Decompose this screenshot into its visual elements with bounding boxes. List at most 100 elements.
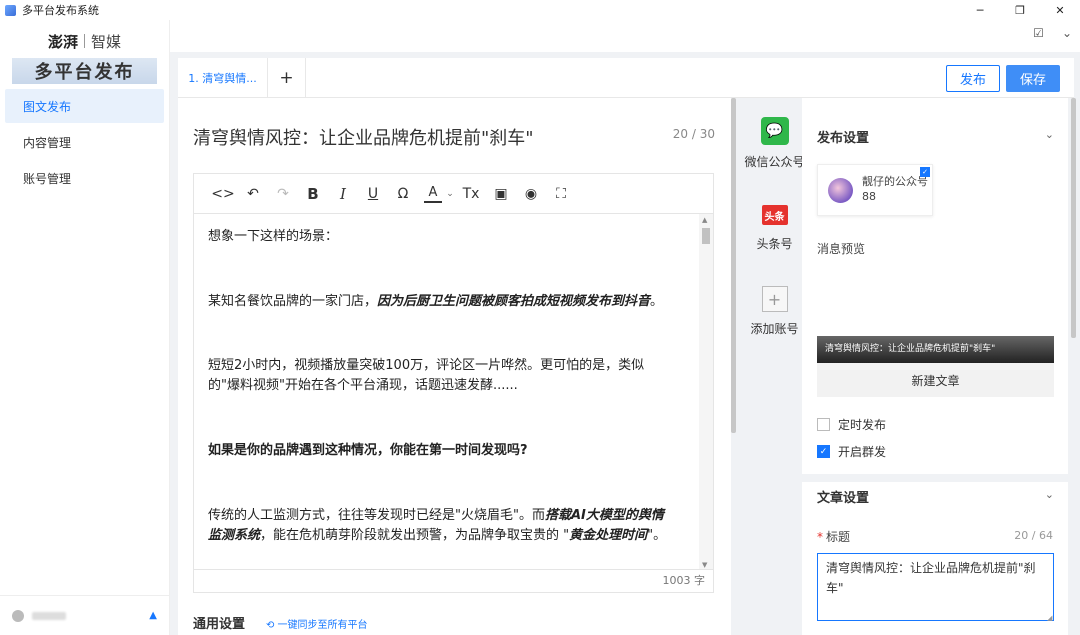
preview-cover: 清穹舆情风控：让企业品牌危机提前"刹车" bbox=[817, 336, 1054, 363]
platform-list: 💬 微信公众号 头条 头条号 + 添加账号 bbox=[737, 98, 805, 635]
special-char-icon[interactable]: Ω bbox=[388, 179, 418, 209]
title-char-count: 20 / 30 bbox=[672, 127, 715, 141]
platform-label: 添加账号 bbox=[750, 322, 799, 336]
brand-logo: 澎湃 智媒 bbox=[0, 20, 169, 58]
wechat-icon: 💬 bbox=[760, 117, 789, 145]
close-button[interactable]: ✕ bbox=[1040, 0, 1080, 20]
scroll-down-icon[interactable]: ▼ bbox=[702, 561, 707, 569]
text-span: 。 bbox=[650, 294, 664, 309]
article-title-field[interactable]: 清穹舆情风控：让企业品牌危机提前"刹车" bbox=[817, 553, 1054, 621]
paragraph: 传统的人工监测方式，往往等发现时已经是"火烧眉毛"。而搭载AI大模型的舆情 bbox=[208, 506, 664, 526]
bold-italic-text: 搭载AI大模型的舆情 bbox=[544, 508, 664, 523]
check-icon[interactable]: ✓ bbox=[920, 167, 930, 177]
undo-icon[interactable]: ↶ bbox=[238, 179, 268, 209]
article-settings-heading: 文章设置 bbox=[817, 491, 870, 506]
editor-scrollbar[interactable]: ▲ ▼ bbox=[699, 214, 713, 569]
fullscreen-icon[interactable]: ⛶ bbox=[546, 179, 576, 209]
avatar bbox=[12, 609, 24, 622]
sidebar-item-accounts[interactable]: 账号管理 bbox=[5, 161, 164, 195]
user-name-redacted bbox=[32, 611, 66, 620]
user-menu[interactable]: ▲ bbox=[0, 595, 169, 635]
code-icon[interactable]: <> bbox=[208, 179, 238, 209]
document-tabbar: 1. 清穹舆情... + 发布 保存 bbox=[178, 58, 1074, 98]
sidebar-item-content[interactable]: 内容管理 bbox=[5, 125, 164, 159]
settings-scrollbar[interactable] bbox=[1068, 98, 1080, 635]
sidebar: 澎湃 智媒 多平台发布 图文发布 内容管理 账号管理 ▲ bbox=[0, 20, 170, 635]
paragraph: 如果是你的品牌遇到这种情况，你能在第一时间发现吗? bbox=[208, 443, 528, 458]
paragraph: 短短2小时内，视频播放量突破100万，评论区一片哗然。更可怕的是，类似 bbox=[208, 358, 645, 373]
preview-icon[interactable]: ◉ bbox=[516, 179, 546, 209]
save-button[interactable]: 保存 bbox=[1006, 65, 1060, 92]
resize-handle-icon[interactable]: ◢ bbox=[1047, 614, 1052, 622]
rich-text-editor[interactable]: 想象一下这样的场景： 某知名餐饮品牌的一家门店，因为后厨卫生问题被顾客拍成短视频… bbox=[193, 213, 714, 570]
chevron-down-icon[interactable]: ⌄ bbox=[1045, 488, 1054, 501]
window-title: 多平台发布系统 bbox=[22, 4, 99, 17]
text-span: "。 bbox=[647, 528, 667, 543]
paragraph: 的"爆料视频"开始在各个平台涌现，话题迅速发酵...... bbox=[208, 378, 518, 393]
bold-italic-text: 监测系统 bbox=[208, 528, 261, 543]
paragraph: 监测系统，能在危机萌芽阶段就发出预警，为品牌争取宝贵的 "黄金处理时间"。 bbox=[208, 526, 666, 546]
new-article-button[interactable]: 新建文章 bbox=[817, 363, 1054, 397]
paragraph: 想象一下这样的场景： bbox=[208, 229, 339, 244]
font-color-chevron-icon[interactable]: ⌄ bbox=[444, 179, 456, 209]
chevron-down-icon[interactable]: ⌄ bbox=[1062, 26, 1072, 40]
bold-italic-text: 黄金处理时间 bbox=[569, 528, 648, 543]
publish-button[interactable]: 发布 bbox=[946, 65, 1000, 92]
mass-send-option[interactable]: ✓ 开启群发 bbox=[817, 443, 886, 460]
redo-icon[interactable]: ↷ bbox=[268, 179, 298, 209]
clear-format-icon[interactable]: Tx bbox=[456, 179, 486, 209]
minimize-button[interactable]: ─ bbox=[960, 0, 1000, 20]
sync-all-platforms-link[interactable]: ⟲ 一键同步至所有平台 bbox=[266, 616, 368, 631]
scroll-thumb[interactable] bbox=[1071, 98, 1076, 338]
mass-send-checkbox[interactable]: ✓ bbox=[817, 445, 830, 458]
plus-icon: + bbox=[761, 286, 788, 312]
scheduled-publish-option[interactable]: 定时发布 bbox=[817, 416, 886, 433]
settings-panel: 发布设置 ⌄ 靓仔的公众号88 ✓ 消息预览 清穹舆情风控：让企业品牌危机提前"… bbox=[802, 98, 1068, 635]
restore-button[interactable]: ❐ bbox=[1000, 0, 1040, 20]
bold-button[interactable]: B bbox=[298, 179, 328, 209]
add-account-button[interactable]: + 添加账号 bbox=[737, 286, 812, 337]
scroll-thumb[interactable] bbox=[702, 228, 710, 244]
app-icon bbox=[5, 4, 16, 16]
sidebar-item-publish[interactable]: 图文发布 bbox=[5, 89, 164, 123]
top-header: ☑ ⌄ bbox=[170, 20, 1080, 52]
image-icon[interactable]: ▣ bbox=[486, 179, 516, 209]
scheduled-label: 定时发布 bbox=[838, 418, 887, 432]
font-color-button[interactable]: A bbox=[424, 185, 442, 203]
scheduled-checkbox[interactable] bbox=[817, 418, 830, 431]
account-name: 靓仔的公众号88 bbox=[862, 175, 928, 203]
app-banner: 多平台发布 bbox=[12, 58, 157, 84]
toutiao-icon: 头条 bbox=[761, 205, 788, 225]
account-card[interactable]: 靓仔的公众号88 ✓ bbox=[817, 164, 933, 216]
platform-wechat[interactable]: 💬 微信公众号 bbox=[737, 117, 812, 170]
scroll-thumb[interactable] bbox=[731, 98, 736, 433]
scroll-up-icon[interactable]: ▲ bbox=[702, 216, 707, 224]
italic-button[interactable]: I bbox=[328, 179, 358, 209]
notes-icon[interactable]: ☑ bbox=[1033, 26, 1044, 40]
text-span: 某知名餐饮品牌的一家门店， bbox=[208, 294, 378, 309]
logo-divider bbox=[84, 34, 85, 48]
chevron-down-icon[interactable]: ⌄ bbox=[1045, 128, 1054, 141]
article-title-input[interactable]: 清穹舆情风控：让企业品牌危机提前"刹车" bbox=[193, 124, 534, 150]
title-label-text: 标题 bbox=[826, 530, 851, 544]
account-avatar bbox=[828, 178, 853, 203]
add-tab-button[interactable]: + bbox=[268, 58, 306, 98]
word-count: 1003 字 bbox=[193, 570, 714, 593]
editor-panel: 清穹舆情风控：让企业品牌危机提前"刹车" 20 / 30 <> ↶ ↷ B I … bbox=[178, 98, 731, 635]
tab-document-1[interactable]: 1. 清穹舆情... bbox=[178, 58, 268, 98]
logo-secondary: 智媒 bbox=[91, 32, 122, 51]
underline-button[interactable]: U bbox=[358, 179, 388, 209]
editor-toolbar: <> ↶ ↷ B I U Ω A ⌄ Tx ▣ ◉ ⛶ bbox=[193, 173, 714, 213]
paragraph: 某知名餐饮品牌的一家门店，因为后厨卫生问题被顾客拍成短视频发布到抖音。 bbox=[208, 292, 663, 312]
title-field-label: * 标题 bbox=[817, 528, 850, 545]
section-divider bbox=[802, 474, 1068, 482]
platform-toutiao[interactable]: 头条 头条号 bbox=[737, 205, 812, 252]
platform-label: 微信公众号 bbox=[744, 155, 805, 169]
platform-label: 头条号 bbox=[756, 237, 793, 251]
mass-send-label: 开启群发 bbox=[838, 445, 887, 459]
window-titlebar: 多平台发布系统 ─ ❐ ✕ bbox=[0, 0, 1080, 20]
publish-settings-heading: 发布设置 bbox=[817, 131, 870, 146]
text-span: 传统的人工监测方式，往往等发现时已经是"火烧眉毛"。而 bbox=[208, 508, 545, 523]
chevron-up-icon[interactable]: ▲ bbox=[149, 610, 157, 621]
required-mark: * bbox=[817, 530, 823, 544]
